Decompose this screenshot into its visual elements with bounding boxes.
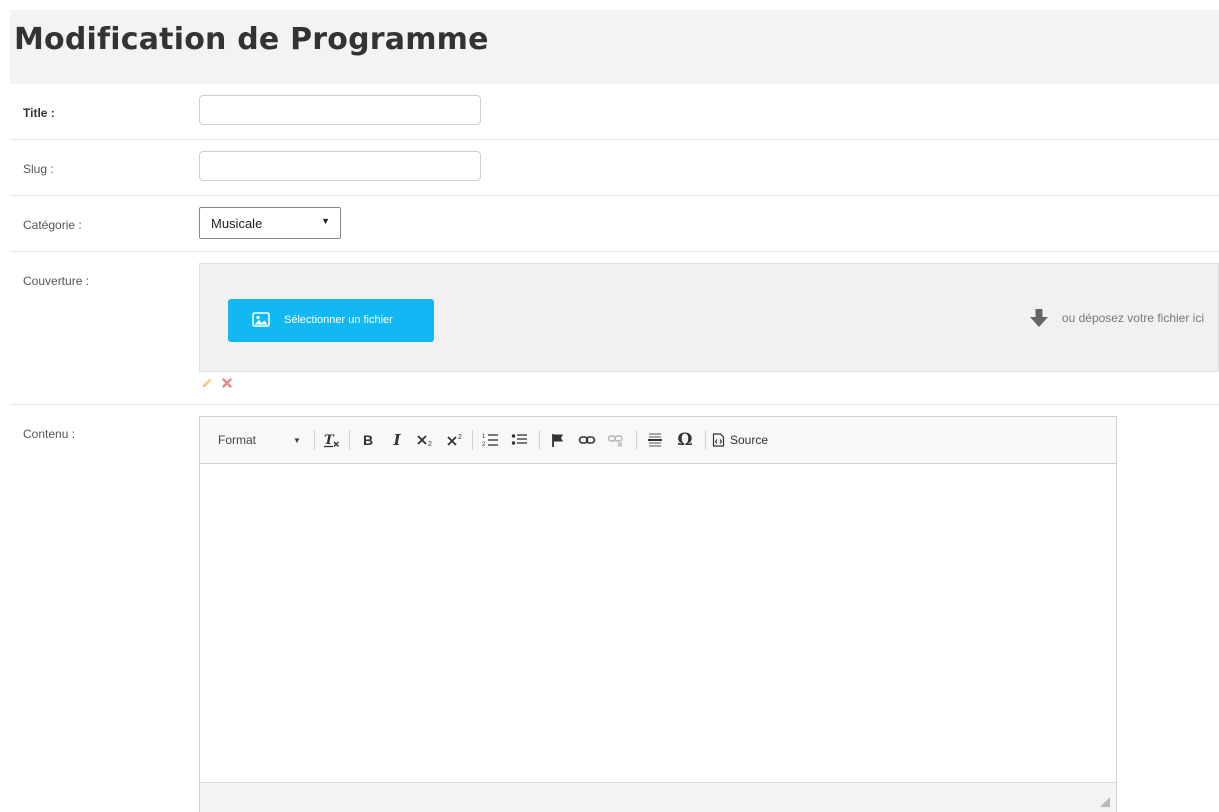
slug-input[interactable] bbox=[199, 151, 481, 181]
page-title: Modification de Programme bbox=[14, 22, 489, 57]
editor-toolbar: Format ▼ T B I 2 2 1 2 Ω Source bbox=[200, 417, 1116, 464]
rich-text-editor: Format ▼ T B I 2 2 1 2 Ω Source bbox=[199, 416, 1117, 812]
svg-text:2: 2 bbox=[458, 434, 462, 441]
arrow-down-icon bbox=[1029, 309, 1048, 327]
horizontal-rule-button[interactable] bbox=[641, 417, 669, 463]
category-select[interactable]: Musicale ▼ bbox=[199, 207, 341, 239]
drop-hint: ou déposez votre fichier ici bbox=[1028, 308, 1204, 328]
link-icon bbox=[578, 436, 596, 444]
content-label: Contenu : bbox=[23, 427, 76, 441]
cover-dropzone[interactable]: Sélectionner un fichier ou déposez votre… bbox=[199, 263, 1219, 372]
remove-format-icon: T bbox=[324, 433, 339, 448]
unlink-icon bbox=[607, 435, 623, 447]
select-file-label: Sélectionner un fichier bbox=[284, 314, 393, 326]
numbered-list-button[interactable]: 1 2 bbox=[477, 417, 505, 463]
toolbar-separator bbox=[349, 430, 350, 450]
svg-text:2: 2 bbox=[428, 441, 432, 448]
category-selected-value: Musicale bbox=[211, 216, 263, 231]
source-label: Source bbox=[730, 433, 769, 447]
title-input[interactable] bbox=[199, 95, 481, 125]
svg-text:1: 1 bbox=[482, 434, 486, 440]
resize-handle-icon[interactable] bbox=[1100, 797, 1110, 807]
slug-label: Slug : bbox=[23, 162, 54, 176]
bold-button[interactable]: B bbox=[355, 417, 381, 463]
caret-down-icon: ▼ bbox=[293, 435, 301, 445]
toolbar-separator bbox=[705, 430, 706, 450]
special-char-button[interactable]: Ω bbox=[671, 417, 699, 463]
numbered-list-icon: 1 2 bbox=[482, 434, 498, 448]
program-form: Title : Slug : Catégorie : Musicale ▼ Co… bbox=[10, 84, 1219, 812]
slug-row: Slug : bbox=[10, 140, 1219, 196]
editor-status-bar bbox=[200, 782, 1116, 812]
svg-text:T: T bbox=[324, 433, 335, 448]
page: Modification de Programme Title : Slug :… bbox=[0, 0, 1219, 812]
horizontal-rule-icon bbox=[648, 433, 662, 447]
format-dropdown[interactable]: Format ▼ bbox=[218, 417, 308, 463]
category-row: Catégorie : bbox=[10, 196, 1219, 252]
source-icon bbox=[712, 433, 725, 447]
delete-icon[interactable] bbox=[221, 377, 233, 389]
toolbar-separator bbox=[539, 430, 540, 450]
anchor-button[interactable] bbox=[544, 417, 572, 463]
flag-icon bbox=[552, 434, 563, 447]
image-icon bbox=[252, 312, 270, 327]
category-label: Catégorie : bbox=[23, 218, 82, 232]
editor-content-area[interactable] bbox=[200, 464, 1116, 782]
remove-format-button[interactable]: T bbox=[319, 417, 345, 463]
source-button[interactable]: Source bbox=[712, 417, 784, 463]
title-row: Title : bbox=[10, 84, 1219, 140]
subscript-icon: 2 bbox=[417, 435, 432, 448]
toolbar-separator bbox=[472, 430, 473, 450]
superscript-button[interactable]: 2 bbox=[442, 417, 470, 463]
select-file-button[interactable]: Sélectionner un fichier bbox=[228, 299, 434, 342]
pencil-icon[interactable] bbox=[201, 377, 213, 389]
svg-text:2: 2 bbox=[482, 442, 486, 448]
toolbar-separator bbox=[636, 430, 637, 450]
cover-label: Couverture : bbox=[23, 274, 90, 288]
link-button[interactable] bbox=[573, 417, 601, 463]
page-header: Modification de Programme bbox=[10, 10, 1219, 84]
unlink-button[interactable] bbox=[602, 417, 630, 463]
toolbar-separator bbox=[314, 430, 315, 450]
bulleted-list-button[interactable] bbox=[506, 417, 534, 463]
superscript-icon: 2 bbox=[447, 434, 462, 446]
italic-button[interactable]: I bbox=[384, 417, 410, 463]
bulleted-list-icon bbox=[511, 434, 527, 445]
drop-hint-text: ou déposez votre fichier ici bbox=[1061, 311, 1204, 325]
subscript-button[interactable]: 2 bbox=[412, 417, 440, 463]
caret-down-icon: ▼ bbox=[321, 216, 330, 226]
format-label: Format bbox=[218, 433, 257, 447]
omega-icon: Ω bbox=[677, 430, 693, 450]
title-label: Title : bbox=[23, 106, 55, 120]
cover-actions bbox=[201, 377, 233, 389]
